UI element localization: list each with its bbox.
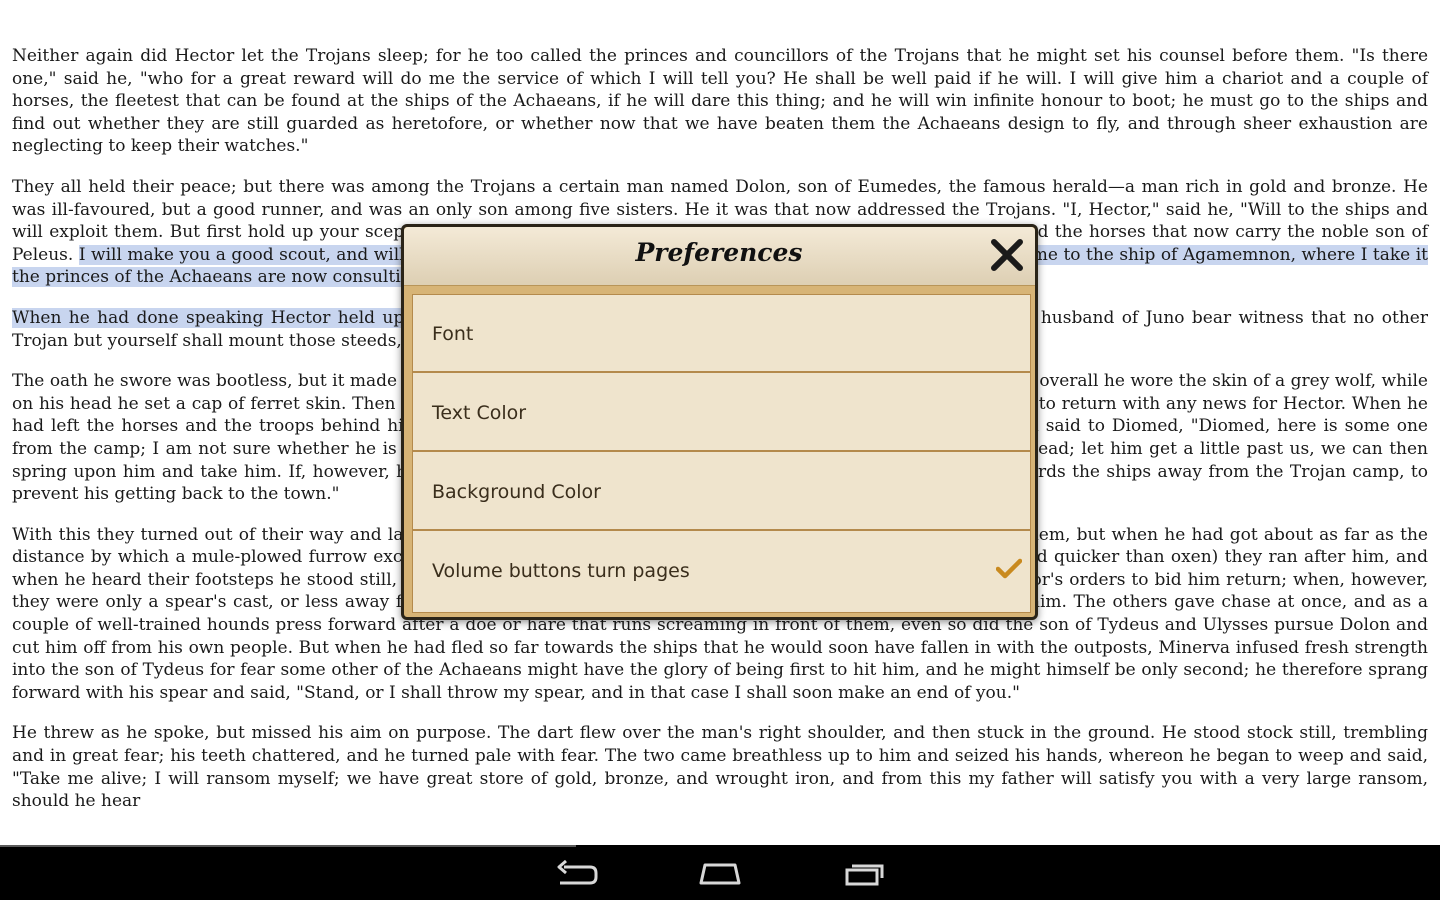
- text-segment: He threw as he spoke, but missed his aim…: [12, 723, 1428, 812]
- dialog-title: Preferences: [635, 238, 803, 267]
- text-segment: Neither again did Hector let the Trojans…: [12, 46, 1428, 157]
- back-button[interactable]: [546, 853, 606, 893]
- option-label: Font: [432, 323, 474, 345]
- navbar-divider: [0, 845, 576, 847]
- system-navigation-bar: [0, 845, 1440, 900]
- preferences-dialog: Preferences Font Text Color Background C…: [401, 224, 1038, 620]
- option-label: Background Color: [432, 481, 601, 503]
- option-label: Volume buttons turn pages: [432, 560, 690, 582]
- recent-apps-icon: [845, 864, 884, 886]
- option-volume-buttons-turn-pages[interactable]: Volume buttons turn pages: [413, 532, 1030, 610]
- option-text-color[interactable]: Text Color: [413, 374, 1030, 452]
- back-icon: [557, 859, 598, 885]
- option-background-color[interactable]: Background Color: [413, 453, 1030, 531]
- option-font[interactable]: Font: [413, 295, 1030, 373]
- close-x-icon: [991, 239, 1023, 271]
- home-button[interactable]: [690, 853, 750, 893]
- paragraph: Neither again did Hector let the Trojans…: [12, 45, 1428, 158]
- checkmark-icon: [996, 558, 1022, 579]
- preferences-list: Font Text Color Background Color Volume …: [412, 294, 1031, 613]
- recent-apps-button[interactable]: [835, 853, 895, 893]
- option-label: Text Color: [432, 402, 527, 424]
- dialog-header: Preferences: [404, 227, 1035, 286]
- paragraph: He threw as he spoke, but missed his aim…: [12, 722, 1428, 812]
- home-icon: [699, 863, 741, 885]
- close-button[interactable]: [989, 237, 1025, 273]
